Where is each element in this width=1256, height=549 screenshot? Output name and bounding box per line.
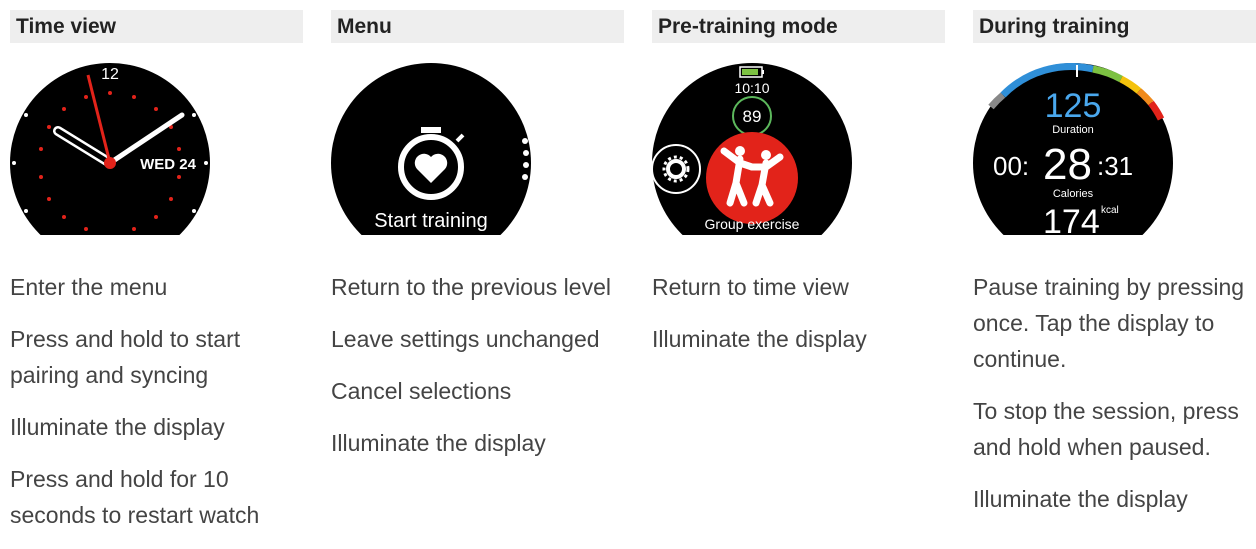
function-item: Return to time view bbox=[652, 274, 849, 300]
duration-hours: 00: bbox=[993, 151, 1029, 181]
function-item: To stop the session, press and hold when… bbox=[973, 398, 1239, 460]
watch-time: 10:10 bbox=[734, 80, 769, 96]
heart-rate-value: 125 bbox=[1045, 87, 1102, 125]
column-header: During training bbox=[973, 10, 1256, 43]
function-list: Enter the menu Press and hold to start p… bbox=[10, 269, 303, 533]
function-item: Press and hold for 10 seconds to restart… bbox=[10, 466, 260, 528]
function-item: Illuminate the display bbox=[331, 430, 546, 456]
column-pre-training-mode: Pre-training mode 10:10 89 Group exercis… bbox=[652, 10, 945, 373]
watch-face-menu: Start training bbox=[331, 63, 531, 235]
function-list: Return to the previous level Leave setti… bbox=[331, 269, 624, 461]
function-item: Illuminate the display bbox=[652, 326, 867, 352]
watch-face-pre-training: 10:10 89 Group exercise bbox=[652, 63, 852, 235]
column-during-training: During training 125 Duration 00: 28 :31 … bbox=[973, 10, 1256, 533]
function-item: Pause training by pressing once. Tap the… bbox=[973, 274, 1245, 372]
sport-name: Group exercise bbox=[705, 216, 800, 232]
column-menu: Menu Start training Return to the previo… bbox=[331, 10, 624, 477]
calories-unit: kcal bbox=[1101, 205, 1119, 216]
settings-gear-icon bbox=[652, 144, 701, 194]
calories-value: 174 bbox=[1043, 203, 1100, 235]
watch-hour-marker: 12 bbox=[101, 66, 119, 83]
function-item: Cancel selections bbox=[331, 378, 512, 404]
function-item: Leave settings unchanged bbox=[331, 326, 600, 352]
function-item: Illuminate the display bbox=[973, 486, 1188, 512]
watch-face-time-view: 12 WED 24 bbox=[10, 63, 210, 235]
start-training-label: Start training bbox=[374, 210, 487, 232]
column-time-view: Time view 12 WED 24 Enter the menu Press… bbox=[10, 10, 303, 549]
column-header: Menu bbox=[331, 10, 624, 43]
watch-date: WED 24 bbox=[140, 156, 197, 173]
function-item: Illuminate the display bbox=[10, 414, 225, 440]
function-item: Return to the previous level bbox=[331, 274, 611, 300]
duration-minutes: 28 bbox=[1043, 140, 1092, 189]
button-functions-table: Time view 12 WED 24 Enter the menu Press… bbox=[0, 0, 1256, 547]
function-item: Press and hold to start pairing and sync… bbox=[10, 326, 241, 388]
heart-rate-value: 89 bbox=[743, 107, 762, 126]
calories-label: Calories bbox=[1053, 188, 1094, 200]
column-header: Pre-training mode bbox=[652, 10, 945, 43]
watch-face-during-training: 125 Duration 00: 28 :31 Calories 174 kca… bbox=[973, 63, 1173, 235]
function-list: Return to time view Illuminate the displ… bbox=[652, 269, 945, 357]
function-item: Enter the menu bbox=[10, 274, 168, 300]
duration-label: Duration bbox=[1052, 124, 1094, 136]
function-list: Pause training by pressing once. Tap the… bbox=[973, 269, 1256, 517]
duration-seconds: :31 bbox=[1097, 151, 1133, 181]
column-header: Time view bbox=[10, 10, 303, 43]
